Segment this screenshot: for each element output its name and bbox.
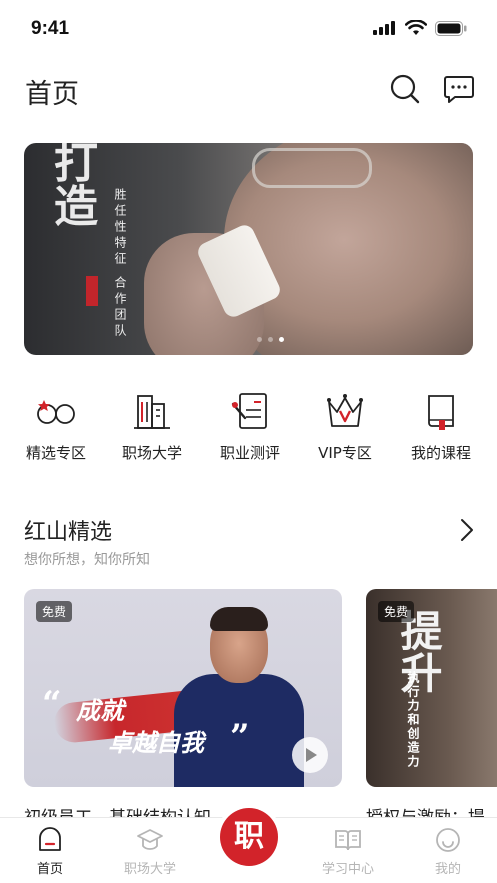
smiley-icon <box>436 828 460 852</box>
card-slogan-line1: 成就 <box>76 697 124 725</box>
quote-close-mark: ” <box>230 717 250 757</box>
carousel-dot-active[interactable] <box>279 337 284 342</box>
category-assessment[interactable]: 职业测评 <box>200 390 300 463</box>
course-card[interactable]: “ 成就 卓越自我 ” 免费 <box>24 589 342 787</box>
book-icon <box>428 395 454 430</box>
assessment-icon <box>231 393 267 429</box>
category-label: 职场大学 <box>121 444 182 462</box>
chevron-right-icon[interactable] <box>455 518 479 542</box>
section-subtitle: 想你所想，知你所知 <box>24 552 150 568</box>
free-badge: 免费 <box>378 601 415 622</box>
page-title: 首页 <box>25 79 79 110</box>
tab-learning-center[interactable]: 学习中心 <box>308 826 388 877</box>
category-featured[interactable]: 精选专区 <box>6 390 106 463</box>
status-icons <box>373 20 467 36</box>
vip-crown-icon <box>327 394 363 427</box>
play-icon[interactable] <box>292 737 328 773</box>
tab-label: 首页 <box>36 862 63 877</box>
banner-seal-stamp <box>86 276 98 306</box>
hero-banner[interactable]: 打造 胜任性特征 合作团队 <box>24 143 473 355</box>
quote-open-mark: “ <box>42 684 62 724</box>
category-my-courses[interactable]: 我的课程 <box>391 390 491 463</box>
card-calligraphy-subtitle: 执行力和创造力 <box>406 671 420 769</box>
section-title: 红山精选 <box>24 520 113 545</box>
category-label: VIP专区 <box>318 444 372 462</box>
tab-label: 我的 <box>434 862 461 877</box>
free-badge: 免费 <box>36 601 73 622</box>
carousel-indicator <box>257 337 284 342</box>
banner-calligraphy-title: 打造 <box>46 143 97 227</box>
tab-university[interactable]: 职场大学 <box>110 826 190 877</box>
carousel-dot[interactable] <box>268 337 273 342</box>
card-slogan-line2: 卓越自我 <box>108 729 204 757</box>
category-university[interactable]: 职场大学 <box>102 390 202 463</box>
tab-label: 职场大学 <box>123 862 176 877</box>
card-person-hair <box>210 607 268 631</box>
center-action-button[interactable]: 职 <box>220 808 278 866</box>
status-bar: 9:41 <box>0 0 497 60</box>
course-card[interactable]: 提升 执行力和创造力 免费 <box>366 589 497 787</box>
status-time: 9:41 <box>31 18 70 39</box>
header: 首页 <box>0 60 497 120</box>
signal-icon <box>373 21 395 35</box>
tab-label: 学习中心 <box>321 862 374 877</box>
tab-home[interactable]: 首页 <box>10 826 90 877</box>
open-book-icon <box>335 830 361 851</box>
category-grid: 精选专区 职场大学 职业测评 VIP专区 我的课程 <box>0 390 497 470</box>
graduation-cap-icon <box>137 829 163 850</box>
wifi-icon <box>405 20 427 35</box>
tab-me[interactable]: 我的 <box>408 826 488 877</box>
category-vip[interactable]: VIP专区 <box>295 390 395 463</box>
home-icon <box>39 827 61 851</box>
featured-icon <box>37 400 75 424</box>
category-label: 职业测评 <box>219 444 280 462</box>
category-label: 我的课程 <box>410 444 471 462</box>
carousel-dot[interactable] <box>257 337 262 342</box>
category-label: 精选专区 <box>25 444 86 462</box>
message-icon[interactable] <box>443 73 475 105</box>
battery-icon <box>435 20 467 36</box>
search-icon[interactable] <box>389 73 421 105</box>
banner-glasses-graphic <box>252 148 372 188</box>
university-icon <box>134 395 170 429</box>
banner-calligraphy-subtitle: 胜任性特征 合作团队 <box>113 188 127 340</box>
